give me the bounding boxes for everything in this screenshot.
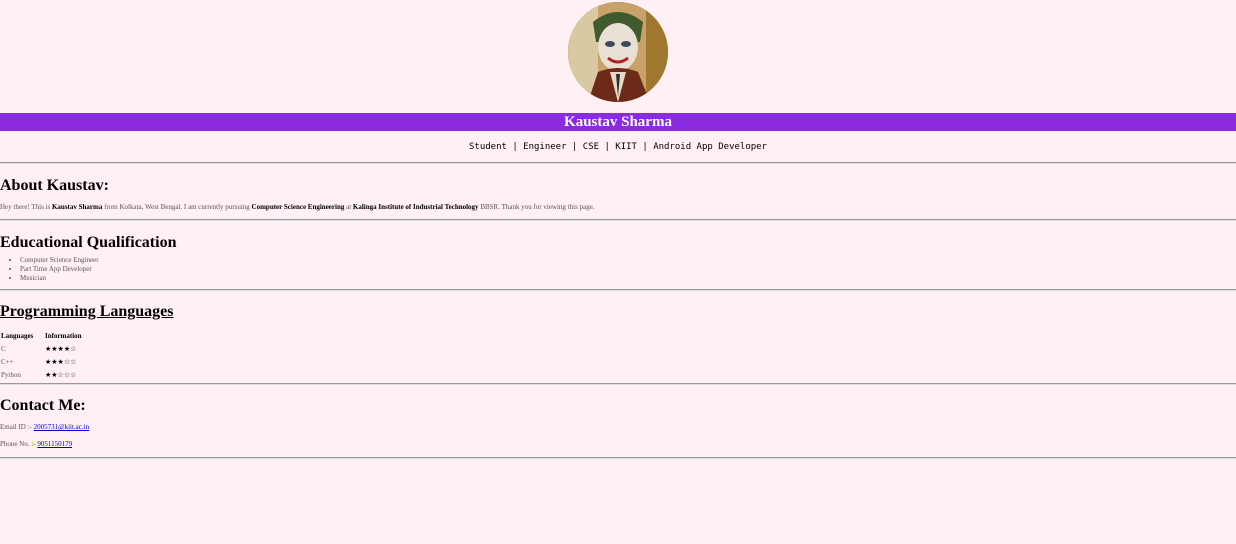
column-header-languages: Languages <box>1 332 34 340</box>
about-heading: About Kaustav: <box>0 177 109 194</box>
phone-line: Phone No. :- 9051150179 <box>0 440 1236 449</box>
avatar-container <box>0 0 1236 103</box>
table-row: C ★★★★☆ <box>1 342 82 355</box>
avatar <box>568 2 668 102</box>
about-end: BBSR. Thank you for viewing this page. <box>478 203 595 211</box>
avatar-image <box>568 2 668 102</box>
email-label: Email ID :- <box>0 423 34 431</box>
about-course: Computer Science Engineering <box>251 203 345 211</box>
rating-cell: ★★★★☆ <box>45 344 77 353</box>
email-link[interactable]: 2005731@kiit.ac.in <box>34 423 89 431</box>
about-mid1: from Kolkata, West Bengal. I am currentl… <box>102 203 252 211</box>
phone-label: Phone No. :- <box>0 440 38 448</box>
rating-cell: ★★☆☆☆ <box>45 370 77 379</box>
about-institute: Kalinga Institute of Industrial Technolo… <box>352 203 479 211</box>
about-mid2: at <box>344 203 353 211</box>
contact-heading: Contact Me: <box>0 397 86 414</box>
list-item: Computer Science Engineer <box>20 256 1236 265</box>
column-header-information: Information <box>45 332 82 340</box>
education-heading: Educational Qualification <box>0 234 177 251</box>
language-cell: C <box>1 344 6 353</box>
table-header-row: Languages Information <box>1 328 82 342</box>
divider <box>0 219 1236 221</box>
divider <box>0 383 1236 385</box>
name-banner: Kaustav Sharma <box>0 113 1236 131</box>
rating-cell: ★★★☆☆ <box>45 357 77 366</box>
about-name: Kaustav Sharma <box>51 203 103 211</box>
programming-heading: Programming Languages <box>0 303 174 320</box>
tagline: Student | Engineer | CSE | KIIT | Androi… <box>468 142 767 152</box>
list-item: Musician <box>20 274 1236 283</box>
about-intro: Hey there! This is <box>0 203 52 211</box>
phone-link[interactable]: 9051150179 <box>37 440 72 448</box>
divider <box>0 162 1236 164</box>
divider <box>0 457 1236 459</box>
table-row: C++ ★★★☆☆ <box>1 355 82 368</box>
languages-table: Languages Information C ★★★★☆ C++ ★★★☆☆ … <box>1 328 82 381</box>
email-line: Email ID :- 2005731@kiit.ac.in <box>0 423 1236 432</box>
education-list: Computer Science Engineer Part Time App … <box>0 256 1236 283</box>
language-cell: Python <box>1 370 21 379</box>
divider <box>0 289 1236 291</box>
about-paragraph: Hey there! This is Kaustav Sharma from K… <box>0 203 1236 212</box>
language-cell: C++ <box>1 357 14 366</box>
table-row: Python ★★☆☆☆ <box>1 368 82 381</box>
list-item: Part Time App Developer <box>20 265 1236 274</box>
